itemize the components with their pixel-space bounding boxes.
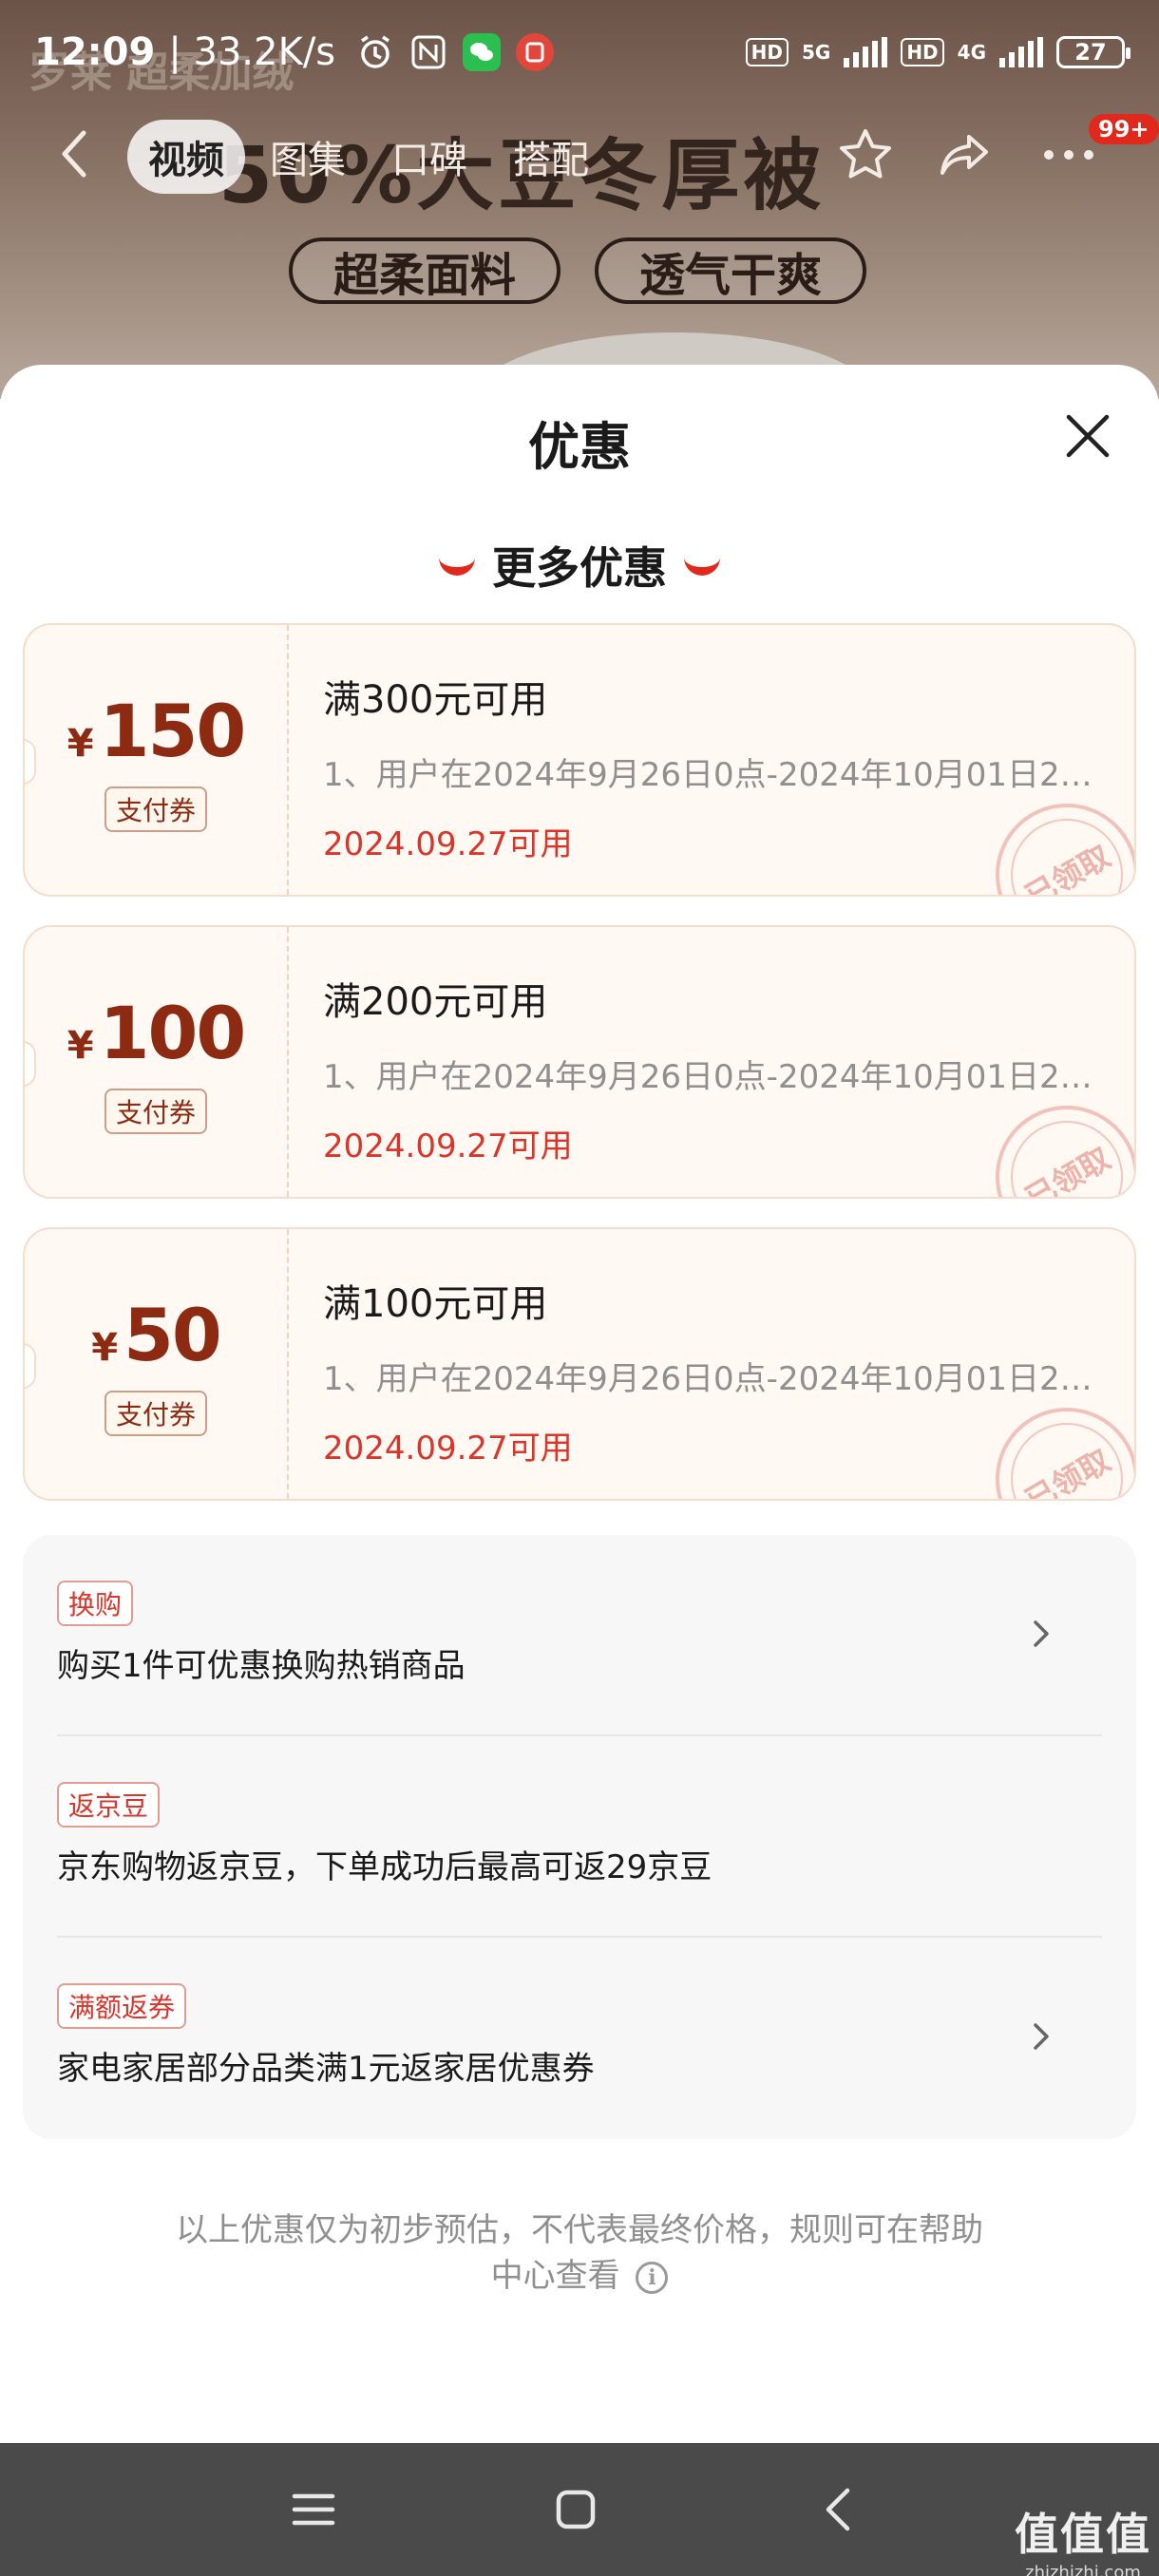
tab-matching[interactable]: 搭配 bbox=[492, 120, 610, 194]
promo-tag: 换购 bbox=[57, 1581, 134, 1626]
menu-icon[interactable] bbox=[285, 2481, 342, 2538]
coupon-card[interactable]: ¥ 100 支付券 满200元可用 1、用户在2024年9月26日0点-2024… bbox=[23, 925, 1136, 1199]
coupon-amount: 100 bbox=[99, 990, 247, 1075]
home-icon[interactable] bbox=[547, 2481, 604, 2538]
disclaimer-line-1: 以上优惠仅为初步预估，不代表最终价格，规则可在帮助 bbox=[176, 2211, 983, 2249]
coupon-description: 1、用户在2024年9月26日0点-2024年10月01日23点59分59秒 bbox=[323, 1058, 1112, 1096]
coupon-value: ¥ 150 支付券 bbox=[25, 625, 287, 895]
coupon-amount: 150 bbox=[99, 688, 247, 773]
coupon-description: 1、用户在2024年9月26日0点-2024年10月01日23点59分59秒 bbox=[323, 756, 1112, 794]
nfc-icon bbox=[409, 33, 447, 71]
watermark-logo: 值值值 bbox=[1015, 2509, 1151, 2560]
promo-text: 家电家居部分品类满1元返家居优惠券 bbox=[57, 2050, 595, 2088]
message-count-badge: 99+ bbox=[1089, 114, 1159, 144]
sheet-title: 优惠 bbox=[528, 417, 631, 477]
more-discounts-header: 更多优惠 bbox=[0, 534, 1159, 597]
coupon-divider bbox=[287, 927, 289, 1197]
section-title: 更多优惠 bbox=[492, 542, 667, 594]
status-time: 12:09 bbox=[34, 30, 156, 74]
coupon-divider bbox=[287, 625, 289, 895]
coupon-value: ¥ 50 支付券 bbox=[25, 1229, 287, 1499]
smile-decoration-icon bbox=[439, 555, 475, 576]
coupon-card[interactable]: ¥ 50 支付券 满100元可用 1、用户在2024年9月26日0点-2024年… bbox=[23, 1227, 1136, 1501]
coupon-amount: 50 bbox=[124, 1292, 222, 1377]
network-5g-label: 5G bbox=[801, 41, 831, 64]
hd-icon: HD bbox=[901, 38, 944, 66]
promo-divider bbox=[57, 1936, 1102, 1938]
coupon-type-badge: 支付券 bbox=[104, 1390, 207, 1436]
banner-pill: 超柔面料 bbox=[289, 237, 560, 304]
chevron-right-icon[interactable] bbox=[1022, 2017, 1060, 2055]
promotions-card: 换购 购买1件可优惠换购热销商品 返京豆 京东购物返京豆，下单成功后最高可返29… bbox=[23, 1535, 1136, 2139]
smile-decoration-icon bbox=[684, 555, 720, 576]
currency-symbol: ¥ bbox=[66, 1023, 94, 1068]
share-icon[interactable] bbox=[931, 122, 998, 188]
media-tabs: 视频 图集 口碑 搭配 bbox=[127, 120, 610, 194]
disclaimer-note: 以上优惠仅为初步预估，不代表最终价格，规则可在帮助 中心查看 i bbox=[133, 2207, 1026, 2299]
coupon-description: 1、用户在2024年9月26日0点-2024年10月01日23点59分59秒 bbox=[323, 1360, 1112, 1398]
promo-tag: 满额返券 bbox=[57, 1983, 187, 2029]
promo-item-trade-in[interactable]: 换购 购买1件可优惠换购热销商品 bbox=[57, 1581, 1102, 1686]
battery-icon: 27 bbox=[1056, 36, 1130, 68]
favorite-star-icon[interactable] bbox=[832, 122, 899, 188]
disclaimer-line-2: 中心查看 bbox=[490, 2257, 620, 2295]
wechat-icon bbox=[463, 33, 502, 71]
promo-item-return-coupon[interactable]: 满额返券 家电家居部分品类满1元返家居优惠券 bbox=[57, 1983, 1102, 2089]
promo-text: 购买1件可优惠换购热销商品 bbox=[57, 1647, 466, 1685]
promo-tag: 返京豆 bbox=[57, 1782, 161, 1828]
coupon-condition: 满200元可用 bbox=[323, 980, 548, 1024]
system-nav-bar bbox=[0, 2443, 1159, 2576]
tab-video[interactable]: 视频 bbox=[127, 120, 245, 194]
signal-icon bbox=[844, 37, 888, 67]
coupon-type-badge: 支付券 bbox=[104, 786, 207, 832]
banner-pill: 透气干爽 bbox=[595, 237, 866, 304]
promo-divider bbox=[57, 1734, 1102, 1736]
tab-gallery[interactable]: 图集 bbox=[249, 120, 367, 194]
info-icon[interactable]: i bbox=[636, 2261, 669, 2294]
tab-reviews[interactable]: 口碑 bbox=[370, 120, 488, 194]
watermark-url: zhizhizhi.com bbox=[1025, 2563, 1141, 2576]
coupon-value: ¥ 100 支付券 bbox=[25, 927, 287, 1197]
signal-icon bbox=[999, 37, 1043, 67]
coupon-type-badge: 支付券 bbox=[104, 1088, 207, 1134]
disclaimer-line-2-row: 中心查看 i bbox=[133, 2253, 1026, 2299]
back-icon[interactable] bbox=[48, 127, 101, 180]
chevron-right-icon[interactable] bbox=[1022, 1615, 1060, 1653]
coupon-available-date: 2024.09.27可用 bbox=[323, 1127, 573, 1165]
currency-symbol: ¥ bbox=[91, 1325, 119, 1370]
back-icon[interactable] bbox=[809, 2481, 866, 2538]
promo-item-jingdou: 返京豆 京东购物返京豆，下单成功后最高可返29京豆 bbox=[57, 1782, 1102, 1887]
app-notification-icon bbox=[516, 33, 555, 71]
coupon-available-date: 2024.09.27可用 bbox=[323, 825, 573, 863]
coupon-condition: 满300元可用 bbox=[323, 678, 548, 722]
status-bar: 12:09 | 33.2K/s HD 5G HD 4G 27 bbox=[0, 0, 1159, 104]
hd-icon: HD bbox=[745, 38, 788, 66]
coupon-condition: 满100元可用 bbox=[323, 1282, 548, 1326]
product-top-nav: 视频 图集 口碑 搭配 bbox=[0, 112, 1159, 198]
coupon-card[interactable]: ¥ 150 支付券 满300元可用 1、用户在2024年9月26日0点-2024… bbox=[23, 623, 1136, 897]
coupon-divider bbox=[287, 1229, 289, 1499]
currency-symbol: ¥ bbox=[66, 721, 94, 766]
promo-text: 京东购物返京豆，下单成功后最高可返29京豆 bbox=[57, 1848, 712, 1886]
network-4g-label: 4G bbox=[957, 41, 986, 64]
battery-level: 27 bbox=[1074, 39, 1107, 66]
site-watermark: 值值值 zhizhizhi.com bbox=[1015, 2500, 1151, 2576]
status-network-speed: | 33.2K/s bbox=[168, 30, 336, 74]
alarm-icon bbox=[356, 33, 394, 71]
close-icon[interactable] bbox=[1054, 403, 1121, 469]
coupon-available-date: 2024.09.27可用 bbox=[323, 1430, 573, 1468]
